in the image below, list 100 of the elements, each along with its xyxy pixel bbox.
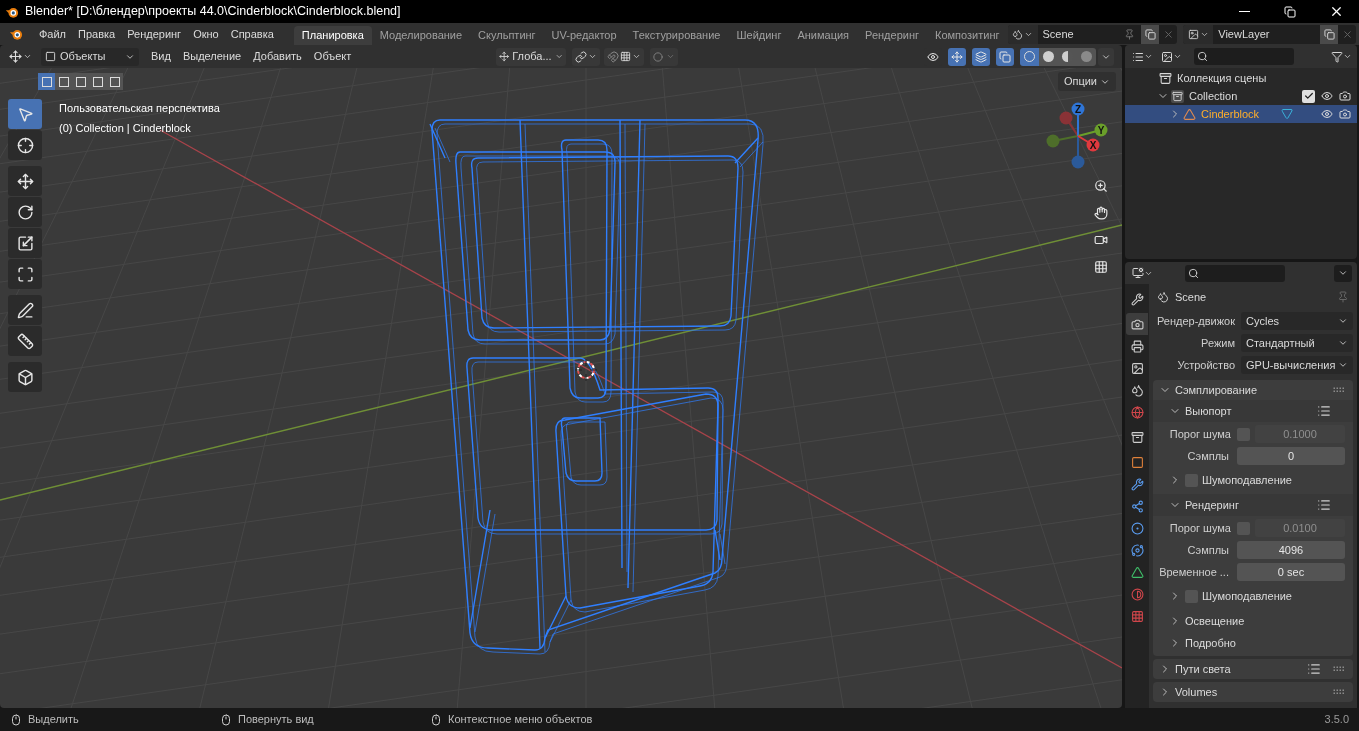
select-mode-button[interactable] (72, 73, 89, 90)
caret-icon (1144, 52, 1153, 61)
options-dropdown[interactable]: Опции (1057, 72, 1116, 91)
number-field[interactable]: 0 (1237, 447, 1345, 465)
menu-item[interactable]: Справка (224, 25, 280, 43)
new-layer-icon[interactable] (1323, 28, 1335, 40)
subpanel-header[interactable]: Подробно (1153, 632, 1353, 654)
presets-icon[interactable] (1317, 498, 1331, 512)
outliner-row[interactable]: Коллекция сцены (1125, 69, 1357, 87)
tool-button[interactable] (8, 197, 42, 227)
menu-item[interactable]: Выделение (176, 48, 248, 65)
caret-icon (554, 52, 563, 61)
subpanel-header[interactable]: Освещение (1153, 610, 1353, 632)
drag-handle-icon[interactable] (1333, 689, 1345, 695)
checkbox[interactable] (1302, 89, 1315, 103)
viewport-toggle-button[interactable] (948, 47, 966, 66)
panel-header[interactable]: Сэмплирование (1153, 380, 1353, 400)
filter-button[interactable] (1331, 50, 1352, 63)
properties-tab[interactable] (1126, 313, 1148, 335)
presets-icon[interactable] (1317, 404, 1331, 418)
select-mode-button[interactable] (89, 73, 106, 90)
menu-item[interactable]: Файл (33, 25, 73, 43)
search-field[interactable] (1185, 264, 1285, 282)
transform-icon (16, 265, 34, 283)
eye-icon[interactable] (1321, 90, 1333, 102)
snap-button[interactable] (604, 47, 644, 66)
number-field[interactable]: 0 sec (1237, 563, 1345, 581)
new-scene-icon[interactable] (1144, 28, 1156, 40)
workspace-tab[interactable]: UV-редактор (543, 26, 625, 45)
workspace-tab[interactable]: Композитинг (927, 26, 1008, 45)
field-label: Порог шума (1168, 520, 1232, 536)
droplets-icon (1130, 383, 1144, 397)
workspace-tab[interactable]: Планировка (293, 26, 372, 45)
origin-cursor-icon[interactable] (574, 358, 598, 382)
delete-icon[interactable] (1341, 28, 1353, 40)
workspace-tab[interactable]: Рендеринг (857, 26, 927, 45)
workspace-tab[interactable]: Текстурирование (624, 26, 729, 45)
panel-header[interactable]: Volumes (1153, 682, 1353, 702)
presets-icon[interactable] (1307, 662, 1321, 676)
nodes-icon (1130, 499, 1144, 513)
xray-icon (999, 50, 1011, 63)
orientation-dropdown[interactable]: Глоба... (496, 47, 566, 66)
subpanel-header[interactable]: Шумоподавление (1153, 469, 1353, 491)
viewport-info-text: (0) Collection | Cinderblock (59, 120, 192, 136)
select-mode-button[interactable] (106, 73, 123, 90)
link-icon (575, 50, 587, 63)
workspace-tab[interactable]: Шейдинг (728, 26, 790, 45)
menu-item[interactable]: Правка (72, 25, 122, 43)
panel-title: Volumes (1175, 684, 1218, 700)
axis-handle-icon[interactable] (1046, 134, 1079, 148)
tool-button[interactable] (8, 295, 42, 325)
menu-item[interactable]: Объект (307, 48, 358, 65)
menu-item[interactable]: Добавить (247, 48, 308, 65)
select-mode-button[interactable] (38, 73, 55, 90)
axis-handle-icon[interactable] (1059, 111, 1079, 137)
tool-button[interactable] (8, 326, 42, 356)
rendered-shading-button[interactable] (1077, 47, 1096, 66)
drag-handle-icon[interactable] (1333, 387, 1345, 393)
select-mode-button[interactable] (55, 73, 72, 90)
scene-selector[interactable]: Scene (1007, 24, 1178, 44)
axis-label: X (1089, 139, 1097, 151)
workspace-tab[interactable]: Моделирование (371, 26, 471, 45)
outliner-row[interactable]: Cinderblock (1125, 105, 1357, 123)
menu-item[interactable]: Рендеринг (121, 25, 188, 43)
viewport[interactable]: Опции Пользовательская перспектива (0) Collection | Cinderblock Z Y X (0, 68, 1122, 708)
menu-item[interactable]: Вид (145, 48, 177, 65)
pin-icon[interactable] (1124, 28, 1136, 40)
mesh-data-icon[interactable] (1281, 108, 1294, 120)
dropdown-field[interactable]: Cycles (1241, 312, 1353, 330)
mode-label: Объекты (60, 49, 107, 65)
subpanel-header[interactable]: Шумоподавление (1153, 585, 1353, 607)
tool-button[interactable] (8, 166, 42, 196)
menu-item[interactable]: Окно (187, 25, 225, 43)
workspace-tab[interactable]: Скульптинг (470, 26, 544, 45)
number-field[interactable]: 4096 (1237, 541, 1345, 559)
search-field[interactable] (1194, 48, 1294, 65)
pivot-button[interactable] (572, 47, 600, 66)
view-layer-selector[interactable]: ViewLayer (1183, 24, 1356, 44)
solid-shading-button[interactable] (1039, 47, 1058, 66)
workspace-tab[interactable]: Анимация (789, 26, 858, 45)
outliner-row[interactable]: Collection (1125, 87, 1357, 105)
camera-icon[interactable] (1339, 108, 1351, 120)
dropdown-field[interactable]: Стандартный (1241, 334, 1353, 352)
viewport-toggle-button[interactable] (972, 47, 990, 66)
tool-button[interactable] (8, 228, 42, 258)
tool-button[interactable] (8, 259, 42, 289)
eye-icon[interactable] (1321, 108, 1333, 120)
wireframe-shading-button[interactable] (1020, 47, 1039, 66)
drag-handle-icon[interactable] (1333, 666, 1345, 672)
tool-button[interactable] (8, 130, 42, 160)
subpanel-header[interactable]: Выюпорт (1153, 400, 1353, 422)
subpanel-header[interactable]: Рендеринг (1153, 494, 1353, 516)
viewport-toggle-button[interactable] (996, 47, 1014, 66)
tool-button[interactable] (8, 362, 42, 392)
axis-handle-icon[interactable] (1071, 135, 1085, 169)
panel-header[interactable]: Пути света (1153, 659, 1353, 679)
delete-icon[interactable] (1162, 28, 1174, 40)
mode-dropdown[interactable]: Объекты (41, 47, 139, 66)
camera-icon[interactable] (1339, 90, 1351, 102)
dropdown-field[interactable]: GPU-вычисления (1241, 356, 1353, 374)
